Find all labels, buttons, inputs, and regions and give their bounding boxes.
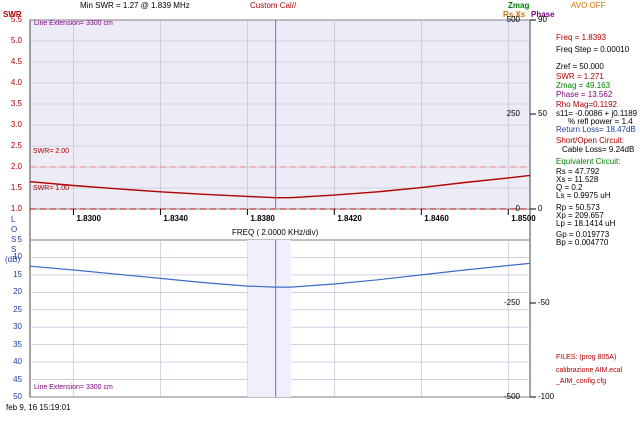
- phase-tick-label: -100: [538, 392, 555, 401]
- swr-ref-low-label: SWR= 1.00: [33, 185, 69, 192]
- files-heading: FILES: (prog 805A): [556, 354, 617, 361]
- cal-file-name[interactable]: calibrazione AIM.ecal: [556, 367, 622, 374]
- phase-tick-label: 90: [538, 15, 547, 24]
- loss-grid: [29, 239, 531, 398]
- swr-tick-label: 1.0: [10, 204, 22, 213]
- freq-tick-label: 1.8300: [76, 214, 101, 223]
- loss-tick-label: 25: [13, 304, 22, 314]
- swr-tick-label: 5.0: [10, 36, 22, 45]
- loss-tick-label: 35: [13, 339, 22, 349]
- zmag-tick-label: 0: [515, 204, 520, 213]
- zmag-tick-label: 500: [506, 15, 520, 24]
- zmag-readout: Zmag = 49.163: [556, 81, 611, 90]
- phase-readout: Phase = 13.562: [556, 90, 613, 99]
- swr-tick-label: 2.5: [10, 141, 22, 150]
- freq-axis-label: FREQ ( 2.0000 KHz/div): [232, 228, 319, 237]
- loss-highlight-band: [247, 240, 291, 397]
- line-extension-bottom: Line Extension= 3300 cm: [34, 384, 113, 391]
- freq-readout: Freq = 1.8393: [556, 33, 607, 42]
- freq-step-readout: Freq Step = 0.00010: [556, 45, 630, 54]
- freq-tick-label: 1.8380: [250, 214, 275, 223]
- ls-readout: Ls = 0.9975 uH: [556, 191, 611, 200]
- swr-tick-label: 4.0: [10, 78, 22, 87]
- loss-title-char: (dB): [5, 255, 21, 264]
- phase-tick-label: -50: [538, 298, 550, 307]
- zmag-tick-label: -250: [503, 298, 520, 307]
- config-file-name[interactable]: _AIM_config.cfg: [556, 378, 606, 385]
- freq-tick-label: 1.8340: [163, 214, 188, 223]
- app-title: Custom Cal//: [250, 1, 297, 10]
- short-open-heading: Short/Open Circuit:: [556, 136, 625, 145]
- loss-tick-label: 50: [13, 392, 22, 401]
- loss-title-char: L: [11, 215, 16, 224]
- return-loss-readout: Return Loss= 18.47dB: [556, 125, 636, 134]
- zmag-tick-label: -500: [503, 392, 520, 401]
- swr-tick-label: 1.5: [10, 183, 22, 192]
- loss-title-char: S: [11, 235, 17, 244]
- zref-readout: Zref = 50.000: [556, 62, 604, 71]
- zmag-axis-title: Zmag: [508, 1, 530, 10]
- equiv-circuit-heading: Equivalent Circuit:: [556, 157, 621, 166]
- cable-loss-readout: Cable Loss= 9.24dB: [562, 145, 635, 154]
- swr-tick-label: 5.5: [10, 15, 22, 24]
- loss-title-char: O: [11, 225, 18, 234]
- loss-tick-label: 30: [13, 322, 22, 332]
- loss-tick-label: 5: [17, 235, 22, 244]
- lp-readout: Lp = 18.1414 uH: [556, 219, 616, 228]
- rho-readout: Rho Mag=0.1192: [556, 100, 618, 109]
- swr-tick-label: 4.5: [10, 57, 22, 66]
- swr-readout: SWR = 1.271: [556, 72, 604, 81]
- swr-tick-label: 3.0: [10, 120, 22, 129]
- zmag-tick-label: 250: [506, 109, 520, 118]
- readout-panel: Freq = 1.8393 Freq Step = 0.00010 Zref =…: [556, 0, 640, 427]
- min-swr-readout: Min SWR = 1.27 @ 1.839 MHz: [80, 1, 190, 10]
- swr-tick-label: 3.5: [10, 99, 22, 108]
- phase-tick-label: 50: [538, 109, 547, 118]
- loss-title-char: S: [11, 245, 17, 254]
- swr-ref-high-label: SWR= 2.00: [33, 148, 69, 155]
- swr-grid: [29, 19, 531, 241]
- timestamp: feb 9, 16 15:19:01: [6, 403, 71, 412]
- bp-readout: Bp = 0.004770: [556, 238, 609, 247]
- swr-tick-label: 2.0: [10, 162, 22, 171]
- loss-tick-label: 20: [13, 287, 22, 297]
- loss-tick-label: 45: [13, 374, 22, 384]
- freq-tick-label: 1.8460: [424, 214, 449, 223]
- freq-tick-label: 1.8500: [511, 214, 536, 223]
- line-extension-top: Line Extension= 3300 cm: [34, 20, 113, 27]
- phase-tick-label: 0: [538, 204, 543, 213]
- loss-tick-label: 15: [13, 269, 22, 279]
- freq-tick-label: 1.8420: [337, 214, 362, 223]
- loss-tick-label: 40: [13, 357, 22, 367]
- swr-panel-bg: [29, 19, 531, 210]
